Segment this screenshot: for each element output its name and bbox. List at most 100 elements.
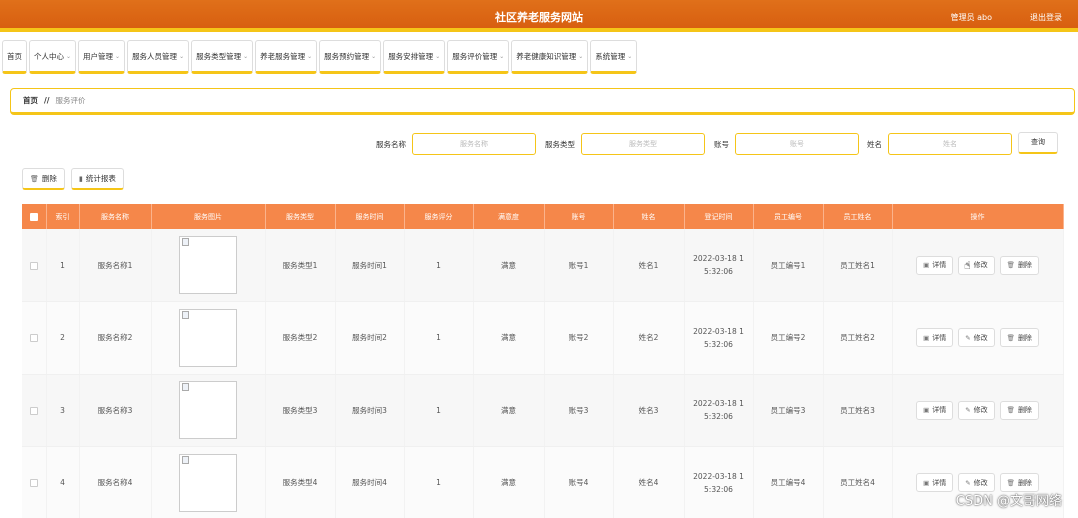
nav-item-label: 个人中心 xyxy=(34,51,64,61)
delete-button[interactable]: 🗑 删除 xyxy=(999,400,1039,420)
trash-icon: 🗑 xyxy=(30,174,39,183)
nav-item-user-management[interactable]: 用户管理 ⌄ xyxy=(78,40,126,74)
cell-service-type: 服务类型1 xyxy=(265,229,336,302)
batch-delete-button[interactable]: 🗑 删除 xyxy=(22,168,65,190)
cell-service-name: 服务名称1 xyxy=(79,229,152,302)
column-header: 操作 xyxy=(892,204,1064,229)
breadcrumb-current: 服务评价 xyxy=(55,96,86,105)
service-image xyxy=(179,381,237,440)
nav-item-label: 首页 xyxy=(7,51,22,61)
cell-account: 账号2 xyxy=(544,301,614,375)
chevron-down-icon: ⌄ xyxy=(627,52,633,60)
cell-staff-name: 员工姓名1 xyxy=(823,229,893,302)
reg-date: 2022-03-18 1 xyxy=(693,326,744,336)
query-button[interactable]: 查询 xyxy=(1018,132,1058,154)
detail-label: 详情 xyxy=(932,478,947,487)
nav-item-schedule-management[interactable]: 服务安排管理 ⌄ xyxy=(383,40,446,74)
detail-label: 详情 xyxy=(932,406,947,415)
logout-link[interactable]: 退出登录 xyxy=(1030,12,1062,23)
table-row: 1 服务名称1 服务类型1 服务时间1 1 满意 账号1 姓名1 2022-03… xyxy=(22,229,1064,302)
edit-label: 修改 xyxy=(973,478,988,487)
table-row: 2 服务名称2 服务类型2 服务时间2 1 满意 账号2 姓名2 2022-03… xyxy=(22,301,1064,375)
edit-label: 修改 xyxy=(973,406,988,415)
reg-date: 2022-03-18 1 xyxy=(693,399,744,409)
detail-icon: ▣ xyxy=(923,261,930,269)
nav-item-label: 养老健康知识管理 xyxy=(516,51,577,61)
row-checkbox[interactable] xyxy=(29,261,38,270)
pencil-icon: ✎ xyxy=(965,406,971,415)
breadcrumb-home[interactable]: 首页 xyxy=(23,95,38,106)
edit-button[interactable]: ✎ 修改 xyxy=(958,328,995,348)
row-checkbox[interactable] xyxy=(29,334,38,343)
trash-icon: 🗑 xyxy=(1006,261,1015,269)
watermark: CSDN @文哥网络 xyxy=(955,494,1062,509)
statistics-report-button[interactable]: ▮ 统计报表 xyxy=(71,168,124,190)
cell-staff-no: 员工编号1 xyxy=(753,229,824,302)
breadcrumb: 首页 // 服务评价 xyxy=(10,88,1075,115)
cell-registration-time: 2022-03-18 1 5:32:06 xyxy=(684,229,754,302)
column-header: 满意度 xyxy=(473,204,545,229)
detail-button[interactable]: ▣ 详情 xyxy=(916,400,954,420)
chevron-down-icon: ⌄ xyxy=(578,52,584,60)
detail-icon: ▣ xyxy=(923,478,930,487)
column-header: 员工姓名 xyxy=(823,204,893,229)
chevron-down-icon: ⌄ xyxy=(243,52,249,60)
select-all-header[interactable] xyxy=(22,204,47,229)
trash-icon: 🗑 xyxy=(1006,478,1015,487)
nav-item-service-type-management[interactable]: 服务类型管理 ⌄ xyxy=(191,40,254,74)
cell-service-time: 服务时间4 xyxy=(335,446,405,518)
select-all-checkbox[interactable] xyxy=(29,212,38,221)
nav-item-system-management[interactable]: 系统管理 ⌄ xyxy=(590,40,638,74)
name-input[interactable]: 姓名 xyxy=(888,133,1012,155)
batch-delete-label: 删除 xyxy=(41,174,57,183)
cell-score: 1 xyxy=(404,229,474,302)
nav-item-personal-center[interactable]: 个人中心 ⌄ xyxy=(29,40,77,74)
column-header: 服务评分 xyxy=(404,204,474,229)
account-input[interactable]: 账号 xyxy=(735,133,859,155)
nav-item-elderly-service-management[interactable]: 养老服务管理 ⌄ xyxy=(255,40,318,74)
nav-item-staff-management[interactable]: 服务人员管理 ⌄ xyxy=(127,40,190,74)
admin-username: 管理员 abo xyxy=(950,13,992,22)
delete-button[interactable]: 🗑 删除 xyxy=(999,328,1039,348)
detail-button[interactable]: ▣ 详情 xyxy=(916,473,954,493)
detail-button[interactable]: ▣ 详情 xyxy=(916,328,954,348)
broken-image-icon xyxy=(182,238,189,246)
edit-label: 修改 xyxy=(973,333,988,342)
search-name: 姓名 姓名 xyxy=(867,132,1012,156)
evaluation-table: 索引 服务名称 服务图片 服务类型 服务时间 服务评分 满意度 账号 姓名 登记… xyxy=(22,204,1064,518)
delete-button[interactable]: 🗑 删除 xyxy=(999,255,1039,275)
search-account: 账号 账号 xyxy=(714,132,859,156)
cell-satisfaction: 满意 xyxy=(473,301,545,375)
nav-item-evaluation-management[interactable]: 服务评价管理 ⌄ xyxy=(447,40,510,74)
reg-date: 2022-03-18 1 xyxy=(693,471,744,481)
column-header: 姓名 xyxy=(613,204,685,229)
edit-button[interactable]: ✎ 修改 xyxy=(958,400,995,420)
statistics-report-label: 统计报表 xyxy=(85,174,116,183)
mouse-pointer-icon: ☝ xyxy=(964,259,971,272)
broken-image-icon xyxy=(182,310,189,319)
nav-item-home[interactable]: 首页 xyxy=(2,40,27,74)
service-type-input[interactable]: 服务类型 xyxy=(581,133,705,155)
detail-button[interactable]: ▣ 详情 xyxy=(916,255,954,275)
service-name-input[interactable]: 服务名称 xyxy=(412,133,536,155)
service-image xyxy=(179,236,237,294)
row-checkbox[interactable] xyxy=(29,406,38,415)
column-header: 员工编号 xyxy=(753,204,824,229)
cell-account: 账号4 xyxy=(544,446,614,518)
chevron-down-icon: ⌄ xyxy=(371,52,377,60)
column-header: 服务时间 xyxy=(335,204,405,229)
nav-item-health-knowledge-management[interactable]: 养老健康知识管理 ⌄ xyxy=(511,40,589,74)
cell-staff-name: 员工姓名4 xyxy=(823,446,893,518)
detail-label: 详情 xyxy=(932,261,947,269)
broken-image-icon xyxy=(182,455,189,464)
detail-icon: ▣ xyxy=(923,406,930,415)
row-checkbox[interactable] xyxy=(29,479,38,488)
broken-image-icon xyxy=(182,383,189,392)
nav-item-appointment-management[interactable]: 服务预约管理 ⌄ xyxy=(319,40,382,74)
cell-name: 姓名1 xyxy=(613,229,685,302)
cell-index: 1 xyxy=(46,229,80,302)
cell-satisfaction: 满意 xyxy=(473,446,545,518)
reg-time: 5:32:06 xyxy=(704,267,733,276)
chevron-down-icon: ⌄ xyxy=(179,52,185,60)
service-type-label: 服务类型 xyxy=(545,139,575,149)
